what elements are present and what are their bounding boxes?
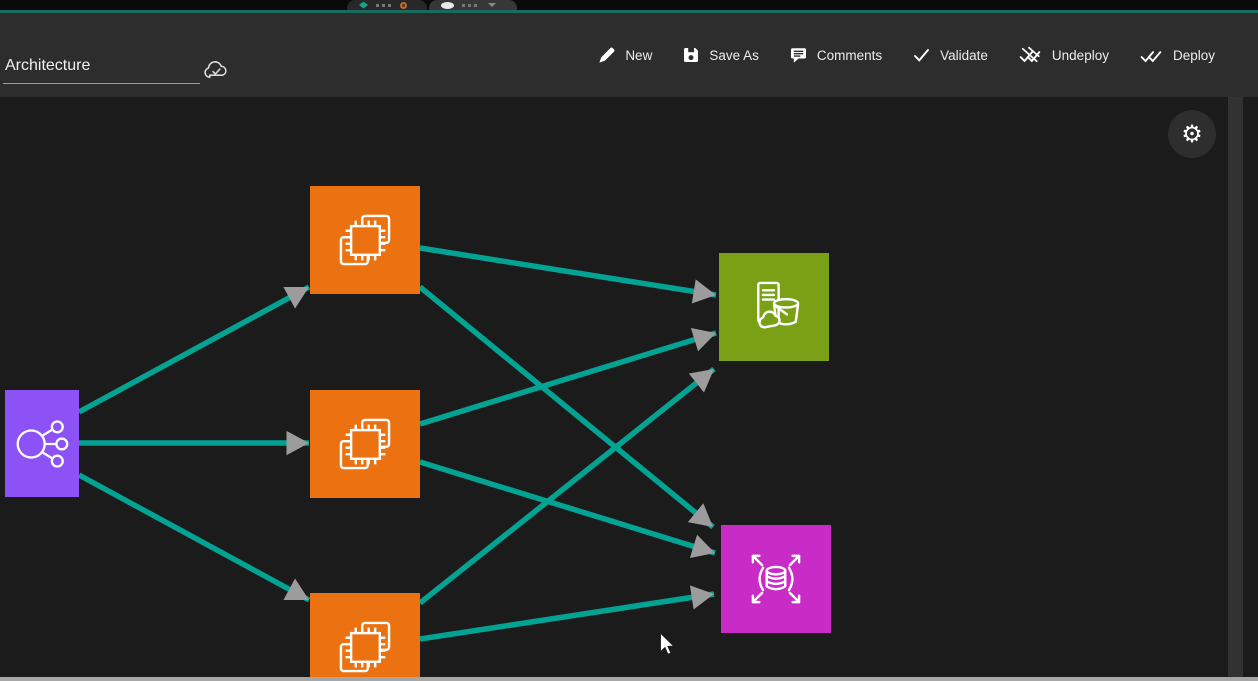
- validate-button[interactable]: Validate: [912, 46, 988, 64]
- undeploy-button[interactable]: Undeploy: [1018, 46, 1109, 65]
- edge-load-balancer-to-ec2-instance-1[interactable]: [79, 287, 309, 412]
- tab-title-text: [462, 4, 478, 7]
- diagram-canvas[interactable]: ⚙: [0, 97, 1258, 677]
- ec2-instance-node-2[interactable]: [310, 390, 420, 498]
- gear-icon: ⚙: [1181, 120, 1203, 149]
- deploy-button[interactable]: Deploy: [1139, 46, 1215, 65]
- browser-tab-1[interactable]: [347, 0, 427, 10]
- new-button[interactable]: New: [597, 46, 652, 65]
- comments-button[interactable]: Comments: [789, 46, 882, 64]
- pencil-icon: [597, 46, 616, 65]
- app-header: New Save As Comments Validate: [0, 13, 1258, 97]
- save-as-button-label: Save As: [709, 48, 759, 63]
- save-icon: [682, 46, 700, 64]
- ec2-instance-node-3[interactable]: [310, 593, 420, 677]
- ec2-instance-icon: [328, 407, 402, 481]
- vertical-scrollbar[interactable]: [1228, 97, 1243, 677]
- browser-tab-2[interactable]: [429, 0, 517, 10]
- diagram-title-input[interactable]: [3, 53, 200, 84]
- cloud-check-icon: [203, 59, 230, 85]
- save-as-button[interactable]: Save As: [682, 46, 759, 64]
- ec2-instance-icon: [328, 203, 402, 277]
- undeploy-button-label: Undeploy: [1052, 48, 1109, 63]
- mouse-cursor: [660, 633, 676, 657]
- check-icon: [912, 46, 931, 64]
- ec2-instance-node-1[interactable]: [310, 186, 420, 294]
- validate-button-label: Validate: [940, 48, 988, 63]
- canvas-settings-button[interactable]: ⚙: [1168, 110, 1216, 158]
- chevron-down-icon: [488, 3, 496, 7]
- favicon-icon: [400, 2, 407, 9]
- storage-bucket-node[interactable]: [719, 253, 829, 361]
- new-button-label: New: [625, 48, 652, 63]
- edge-ec2-instance-1-to-storage-bucket[interactable]: [420, 248, 716, 295]
- comments-icon: [789, 46, 808, 64]
- toolbar: New Save As Comments Validate: [597, 13, 1215, 97]
- horizontal-scrollbar[interactable]: [0, 677, 1258, 681]
- edge-ec2-instance-2-to-database[interactable]: [420, 462, 715, 553]
- browser-tab-strip: [0, 0, 1258, 13]
- white-logo-icon: [441, 2, 454, 9]
- deploy-icon: [1139, 46, 1164, 65]
- tab-title-text: [376, 4, 392, 7]
- edge-load-balancer-to-ec2-instance-3[interactable]: [79, 475, 309, 600]
- database-scale-icon: [739, 542, 813, 616]
- load-balancer-icon: [6, 408, 78, 480]
- connection-edges: [0, 97, 1232, 677]
- undeploy-icon: [1018, 46, 1043, 65]
- load-balancer-node[interactable]: [5, 390, 79, 497]
- comments-button-label: Comments: [817, 48, 882, 63]
- teal-logo-icon: [359, 2, 368, 9]
- database-node[interactable]: [721, 525, 831, 633]
- deploy-button-label: Deploy: [1173, 48, 1215, 63]
- ec2-instance-icon: [328, 610, 402, 677]
- storage-bucket-icon: [737, 270, 811, 344]
